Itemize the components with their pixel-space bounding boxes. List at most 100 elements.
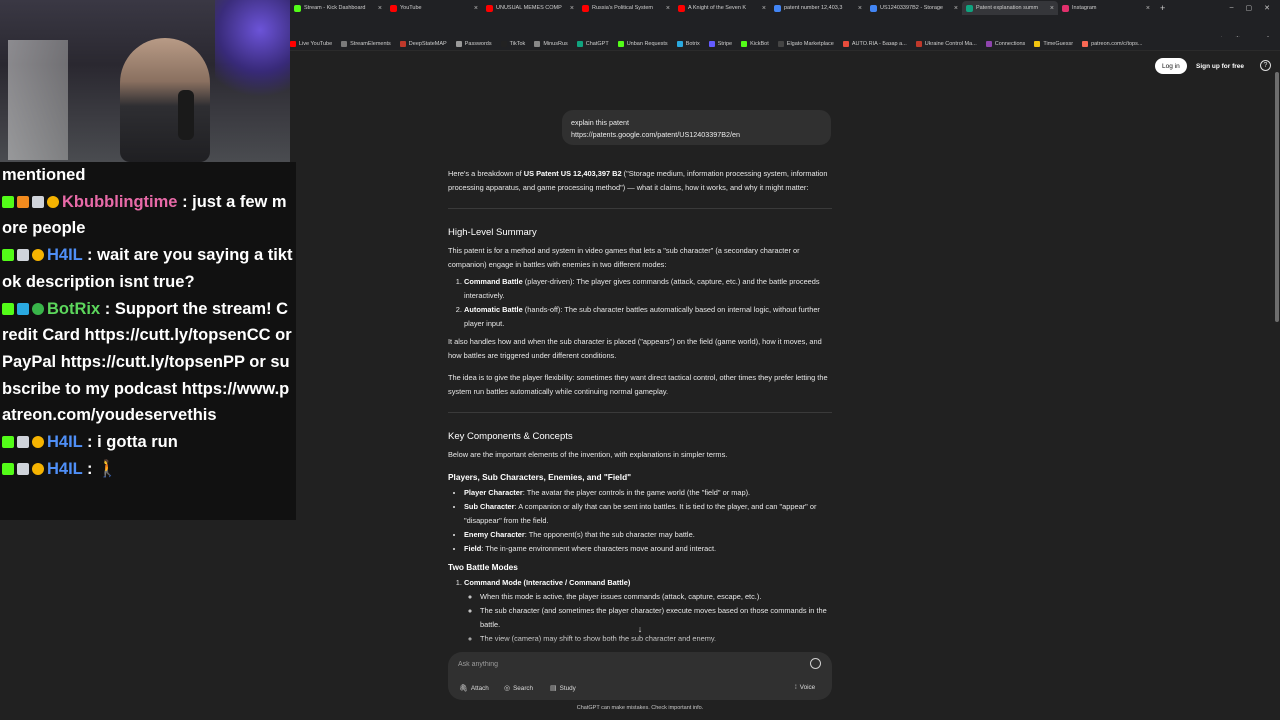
help-icon[interactable]: ?	[1260, 60, 1271, 71]
summary-paragraph-3: The idea is to give the player flexibili…	[448, 373, 828, 396]
scroll-down-icon[interactable]: ↓	[634, 624, 646, 636]
chatgpt-icon[interactable]	[810, 658, 821, 669]
browser-tab[interactable]: UNUSUAL MEMES COMP ×	[482, 1, 578, 15]
bookmark-item[interactable]: KickBot	[741, 40, 769, 47]
bookmark-item[interactable]: TikTok	[500, 40, 525, 47]
browser-tab[interactable]: Patent explanation summ ×	[962, 1, 1058, 15]
bookmark-favicon-icon	[1034, 40, 1041, 47]
list-item: The sub character (and sometimes the pla…	[480, 604, 832, 632]
chat-text: : wait are you saying a tiktok descripti…	[2, 246, 293, 291]
chat-username: Kbubblingtime	[62, 192, 178, 211]
window-controls: – ▢ ✕	[1230, 4, 1280, 12]
bookmark-item[interactable]: Connections	[985, 40, 1025, 47]
browser-tab-bar: Stream - Kick Dashboard × YouTube × UNUSUAL …	[290, 0, 1280, 16]
bookmark-item[interactable]: MinusRus	[534, 40, 568, 47]
bookmark-item[interactable]: Passwords	[455, 40, 492, 47]
browser-tab[interactable]: patent number 12,403,3 ×	[770, 1, 866, 15]
tab-close-icon[interactable]: ×	[762, 5, 766, 12]
bookmark-item[interactable]: ChatGPT	[576, 40, 609, 47]
tab-close-icon[interactable]: ×	[1050, 5, 1054, 12]
tab-close-icon[interactable]: ×	[858, 5, 862, 12]
bookmark-favicon-icon	[576, 40, 583, 47]
login-button[interactable]: Log in	[1155, 58, 1187, 74]
browser-tab[interactable]: YouTube ×	[386, 1, 482, 15]
close-window-icon[interactable]: ✕	[1264, 4, 1270, 12]
minimize-icon[interactable]: –	[1230, 4, 1234, 12]
list-item: Sub Character: A companion or ally that …	[464, 500, 832, 528]
prompt-input[interactable]	[458, 658, 758, 670]
list-item-term: Enemy Character	[464, 530, 525, 539]
tab-title: Patent explanation summ	[976, 5, 1039, 11]
list-item-term: Player Character	[464, 488, 523, 497]
tab-favicon-icon	[294, 4, 301, 12]
bookmark-favicon-icon	[341, 40, 348, 47]
bookmark-item[interactable]: patreon.com/c/tops...	[1082, 40, 1143, 47]
browser-tab[interactable]: Instagram ×	[1058, 1, 1154, 15]
book-icon: ▤	[550, 685, 557, 692]
tab-favicon-icon	[1062, 4, 1069, 12]
webcam-rgb-light	[215, 0, 290, 100]
section-heading-components: Key Components & Concepts	[448, 431, 573, 442]
bookmark-favicon-icon	[534, 40, 541, 47]
kick-badge-icon	[2, 195, 14, 208]
voice-button[interactable]: ⁞ Voice	[790, 680, 820, 694]
divider	[448, 208, 832, 209]
study-label: Study	[559, 684, 576, 692]
list-item: Command Battle (player-driven): The play…	[464, 275, 832, 303]
signup-button[interactable]: Sign up for free	[1191, 58, 1249, 74]
list-item-text: : The in-game environment where characte…	[481, 544, 717, 553]
search-button[interactable]: ◎ Search	[501, 682, 536, 694]
page-scrollbar[interactable]	[1273, 62, 1279, 712]
browser-tab[interactable]: Stream - Kick Dashboard ×	[290, 1, 386, 15]
composer: 🖇 Attach ◎ Search ▤ Study ⁞ Voice	[448, 652, 832, 700]
bookmark-item[interactable]: Stripe	[708, 40, 732, 47]
bookmark-item[interactable]: TimeGuessr	[1034, 40, 1073, 47]
summary-paragraph-2: It also handles how and when the sub cha…	[448, 337, 822, 360]
tab-close-icon[interactable]: ×	[954, 5, 958, 12]
tab-close-icon[interactable]: ×	[1146, 5, 1150, 12]
bookmark-item[interactable]: Live YouTube	[290, 40, 333, 47]
bookmark-favicon-icon	[985, 40, 992, 47]
tab-favicon-icon	[870, 4, 877, 12]
list-item: Automatic Battle (hands-off): The sub ch…	[464, 303, 832, 331]
kick-badge-icon	[2, 436, 14, 449]
bookmark-label: Botrix	[685, 40, 700, 47]
chat-text: mentioned	[2, 166, 86, 184]
bookmark-item[interactable]: Unban Requests	[617, 40, 668, 47]
tab-close-icon[interactable]: ×	[570, 5, 574, 12]
new-tab-icon[interactable]: +	[1154, 3, 1171, 13]
bookmark-label: patreon.com/c/tops...	[1091, 40, 1143, 47]
summary-paragraph: This patent is for a method and system i…	[448, 246, 800, 269]
chat-message: H4IL : i gotta run	[2, 429, 294, 456]
maximize-icon[interactable]: ▢	[1246, 4, 1253, 12]
browser-tab[interactable]: A Knight of the Seven K ×	[674, 1, 770, 15]
battle-modes-list: Command Battle (player-driven): The play…	[448, 275, 832, 331]
list-item-term: Command Battle	[464, 277, 523, 286]
bookmark-item[interactable]: Elgato Marketplace	[777, 40, 834, 47]
tab-close-icon[interactable]: ×	[474, 5, 478, 12]
bookmark-item[interactable]: StreamElements	[341, 40, 391, 47]
bookmark-item[interactable]: AUTO.RIA - Базар а...	[842, 40, 907, 47]
tab-favicon-icon	[390, 4, 397, 12]
scrollbar-thumb[interactable]	[1275, 72, 1279, 322]
browser-tab[interactable]: US12403397B2 - Storage ×	[866, 1, 962, 15]
list-item-term: Automatic Battle	[464, 305, 523, 314]
chat-text: : 🚶	[82, 459, 118, 478]
tab-close-icon[interactable]: ×	[666, 5, 670, 12]
bookmark-item[interactable]: Botrix	[676, 40, 700, 47]
chat-username: H4IL	[47, 459, 83, 478]
user-message-link: https://patents.google.com/patent/US1240…	[571, 130, 741, 139]
bookmark-item[interactable]: Ukraine Control Ma...	[915, 40, 977, 47]
check-badge-icon	[32, 302, 44, 315]
tab-close-icon[interactable]: ×	[378, 5, 382, 12]
list-item: Enemy Character: The opponent(s) that th…	[464, 528, 832, 542]
bookmark-label: Live YouTube	[299, 40, 333, 47]
list-item-text: : The avatar the player controls in the …	[522, 488, 751, 497]
tab-favicon-icon	[582, 4, 589, 12]
tab-title: Stream - Kick Dashboard	[304, 5, 366, 11]
bookmark-item[interactable]: DeepStateMAP	[399, 40, 447, 47]
browser-tab[interactable]: Russia's Political System ×	[578, 1, 674, 15]
attach-button[interactable]: 🖇 Attach	[456, 682, 492, 694]
user-message-text: explain this patent	[571, 118, 629, 127]
study-button[interactable]: ▤ Study	[547, 682, 579, 694]
